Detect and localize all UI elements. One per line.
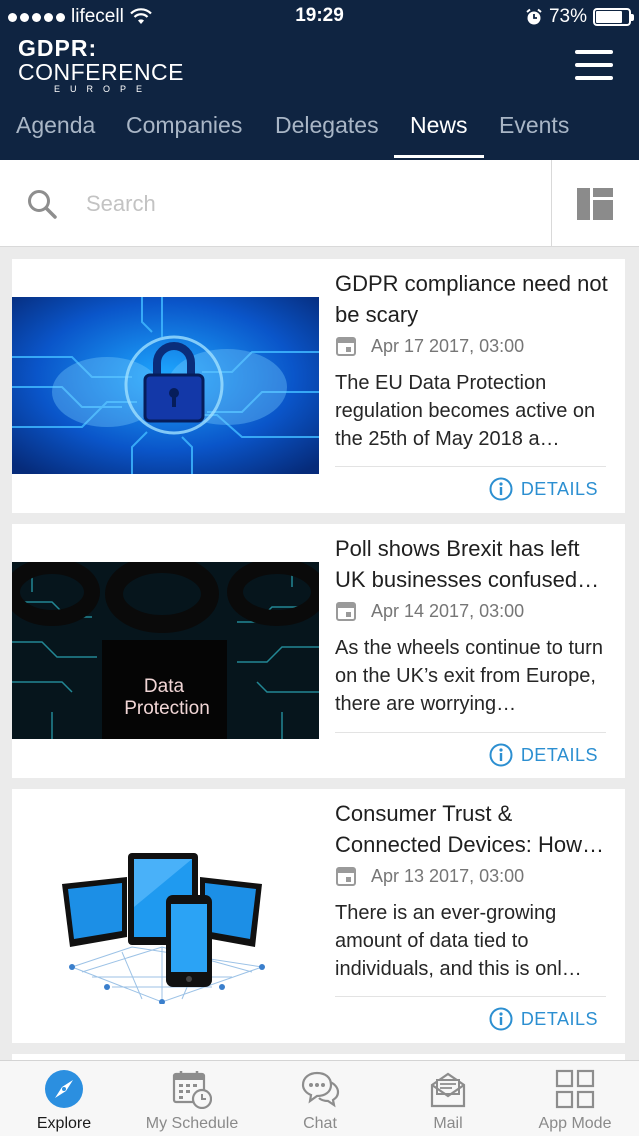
details-button[interactable]: DETAILS [489,477,598,501]
app-header: lifecell 19:29 73% GDPR: CONFERENCE EURO… [0,0,639,160]
nav-explore[interactable]: Explore [0,1061,128,1136]
nav-chat[interactable]: Chat [256,1061,384,1136]
conference-logo: GDPR: CONFERENCE EUROPE [18,35,185,94]
layout-toggle-icon[interactable] [577,188,613,220]
article-excerpt: The EU Data Protection regulation become… [335,372,596,450]
bottom-navigation: Explore My Schedule Chat Mail App Mode [0,1060,639,1136]
calendar-icon [336,867,356,886]
section-tabs: Agenda Companies Delegates News Events [0,104,639,160]
alarm-icon [526,8,542,25]
news-card[interactable]: GDPR compliance need not be scary Apr 17… [12,259,625,513]
article-date-row: Apr 13 2017, 03:00 [335,863,524,889]
nav-mail[interactable]: Mail [384,1061,512,1136]
calendar-icon [336,337,356,356]
hamburger-menu-icon[interactable] [575,50,613,80]
details-button[interactable]: DETAILS [489,743,598,767]
battery-icon [593,8,634,26]
nav-my-schedule[interactable]: My Schedule [128,1061,256,1136]
details-button[interactable]: DETAILS [489,1007,598,1031]
search-icon [28,190,57,219]
card-separator [335,732,606,733]
article-date-row: Apr 17 2017, 03:00 [335,333,524,359]
info-icon [489,743,513,767]
chat-bubbles-icon [301,1071,340,1108]
tab-delegates[interactable]: Delegates [275,104,379,160]
search-bar [0,160,639,247]
card-separator [335,466,606,467]
article-title[interactable]: Consumer Trust & Connected Devices: How… [335,798,615,860]
article-image-data-protection: Data Protection [12,562,319,739]
mail-icon [430,1072,466,1108]
grid-icon [555,1069,595,1109]
image-caption-line2: Protection [124,698,210,719]
article-date-row: Apr 14 2017, 03:00 [335,598,524,624]
article-date: Apr 13 2017, 03:00 [371,865,525,886]
article-title[interactable]: GDPR compliance need not be scary [335,268,615,330]
news-card[interactable]: Data Protection Poll shows Brexit has le… [12,524,625,778]
search-divider [551,160,552,247]
article-date: Apr 14 2017, 03:00 [371,600,525,621]
tab-agenda[interactable]: Agenda [16,104,95,160]
article-image-padlock [12,297,319,474]
compass-icon [45,1070,83,1108]
news-card[interactable]: Consumer Trust & Connected Devices: How…… [12,789,625,1043]
article-image-devices [12,827,319,1004]
info-icon [489,477,513,501]
battery-percent: 73% [548,6,587,27]
tab-companies[interactable]: Companies [126,104,242,160]
tab-news[interactable]: News [394,104,483,160]
status-bar: lifecell 19:29 73% [0,0,639,34]
calendar-icon [336,602,356,621]
info-icon [489,1007,513,1031]
card-separator [335,996,606,997]
search-input[interactable] [86,182,526,226]
nav-app-mode[interactable]: App Mode [511,1061,639,1136]
image-caption-line1: Data [144,676,185,697]
article-title[interactable]: Poll shows Brexit has left UK businesses… [335,533,615,595]
article-date: Apr 17 2017, 03:00 [371,335,525,356]
tab-events[interactable]: Events [499,104,569,160]
article-excerpt: As the wheels continue to turn on the UK… [335,637,603,715]
calendar-clock-icon [172,1071,212,1109]
article-excerpt: There is an ever-growing amount of data … [335,902,582,980]
